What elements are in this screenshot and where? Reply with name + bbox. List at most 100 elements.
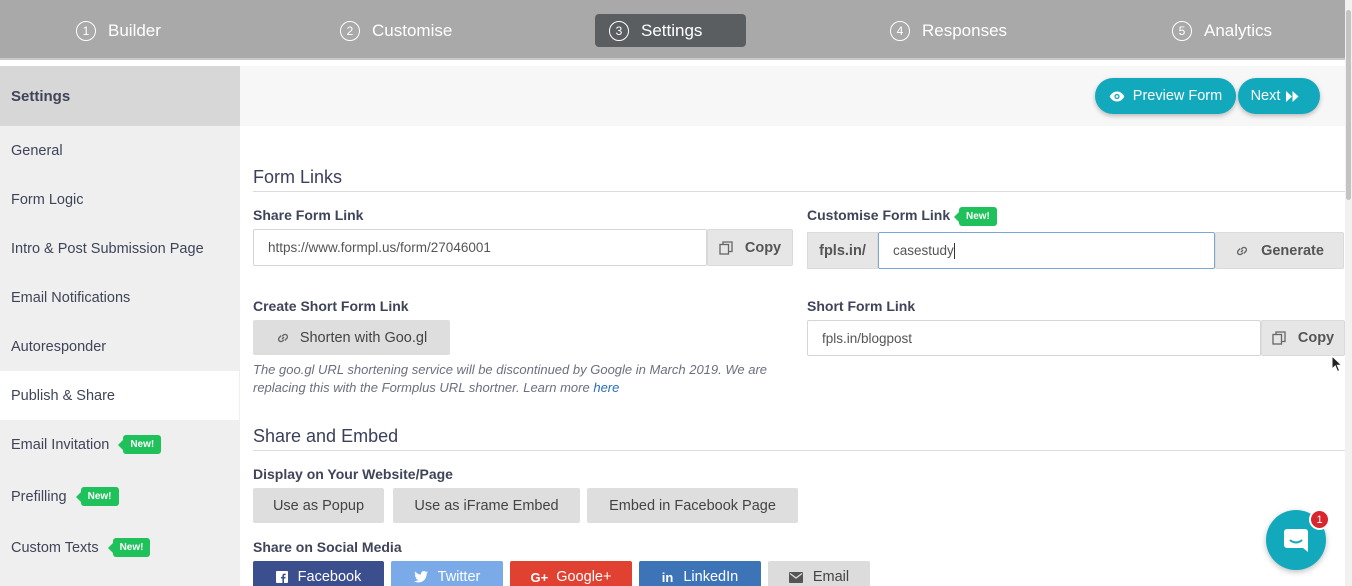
copy-icon bbox=[1272, 331, 1286, 345]
envelope-icon bbox=[788, 571, 803, 583]
step-responses[interactable]: 4 Responses bbox=[876, 14, 1021, 47]
next-button[interactable]: Next bbox=[1238, 78, 1320, 114]
create-short-link-label: Create Short Form Link bbox=[253, 298, 409, 314]
copy-share-link-button[interactable]: Copy bbox=[707, 229, 793, 266]
share-url-value: https://www.formpl.us/form/27046001 bbox=[268, 240, 491, 255]
step-settings[interactable]: 3 Settings bbox=[595, 14, 746, 47]
sidebar-item-autoresponder[interactable]: Autoresponder bbox=[0, 322, 240, 371]
step-number: 2 bbox=[340, 20, 360, 41]
sidebar-item-publish-share[interactable]: Publish & Share bbox=[0, 371, 239, 420]
customise-form-link-label: Customise Form Link bbox=[807, 207, 951, 223]
facebook-icon bbox=[275, 571, 288, 583]
new-badge: New! bbox=[107, 538, 151, 557]
googleplus-icon: G+ bbox=[530, 569, 549, 585]
sidebar-item-label: Publish & Share bbox=[11, 387, 115, 404]
new-badge: New! bbox=[118, 435, 162, 454]
copy-label: Copy bbox=[744, 239, 782, 256]
sidebar-item-email-invitation[interactable]: Email Invitation New! bbox=[0, 420, 240, 469]
share-facebook-button[interactable]: Facebook bbox=[253, 561, 384, 586]
chat-notification-badge: 1 bbox=[1309, 509, 1330, 530]
sidebar-item-label: Intro & Post Submission Page bbox=[11, 240, 204, 257]
link-icon bbox=[1237, 246, 1248, 255]
step-label: Settings bbox=[641, 20, 703, 40]
sidebar-item-label: Email Invitation bbox=[11, 436, 110, 453]
share-social-label: Share on Social Media bbox=[253, 539, 402, 555]
step-label: Customise bbox=[372, 20, 453, 40]
step-analytics[interactable]: 5 Analytics bbox=[1158, 14, 1286, 47]
use-as-popup-button[interactable]: Use as Popup bbox=[253, 488, 384, 523]
embed-facebook-page-button[interactable]: Embed in Facebook Page bbox=[587, 488, 798, 523]
shorten-label: Shorten with Goo.gl bbox=[299, 329, 428, 346]
twitter-icon bbox=[413, 571, 428, 583]
googleplus-label: Google+ bbox=[556, 569, 612, 585]
email-label: Email bbox=[812, 569, 850, 585]
sidebar-item-email-notifications[interactable]: Email Notifications bbox=[0, 273, 240, 322]
share-form-link-label: Share Form Link bbox=[253, 207, 364, 223]
mouse-cursor-icon bbox=[1331, 355, 1343, 373]
fast-forward-icon bbox=[1286, 90, 1299, 102]
share-form-link-field[interactable]: https://www.formpl.us/form/27046001 bbox=[253, 229, 707, 266]
scrollbar-thumb[interactable] bbox=[1346, 10, 1351, 200]
step-number: 5 bbox=[1172, 20, 1192, 41]
shorten-googl-button[interactable]: Shorten with Goo.gl bbox=[253, 320, 450, 355]
step-label: Responses bbox=[922, 20, 1008, 40]
sidebar-item-label: Custom Texts bbox=[11, 539, 99, 556]
form-links-title: Form Links bbox=[253, 167, 343, 187]
step-builder[interactable]: 1 Builder bbox=[62, 14, 175, 47]
generate-button[interactable]: Generate bbox=[1215, 232, 1344, 269]
top-nav: 1 Builder 2 Customise 3 Settings 4 Respo… bbox=[0, 0, 1352, 60]
copy-label: Copy bbox=[1297, 330, 1335, 346]
use-as-iframe-button[interactable]: Use as iFrame Embed bbox=[393, 488, 580, 523]
short-form-link-label: Short Form Link bbox=[807, 298, 916, 314]
share-email-button[interactable]: Email bbox=[768, 561, 870, 586]
share-linkedin-button[interactable]: in LinkedIn bbox=[639, 561, 761, 586]
eye-icon bbox=[1109, 91, 1125, 101]
twitter-label: Twitter bbox=[437, 569, 481, 585]
step-label: Analytics bbox=[1204, 20, 1273, 40]
link-prefix: fpls.in/ bbox=[807, 232, 878, 269]
sidebar-item-custom-texts[interactable]: Custom Texts New! bbox=[0, 523, 240, 572]
googl-deprecation-note: The goo.gl URL shortening service will b… bbox=[253, 361, 793, 397]
facebook-label: Facebook bbox=[297, 569, 362, 585]
sidebar-item-label: General bbox=[11, 142, 63, 159]
sidebar-item-label: Autoresponder bbox=[11, 338, 107, 355]
sidebar-item-prefilling[interactable]: Prefilling New! bbox=[0, 472, 240, 521]
sidebar-item-form-logic[interactable]: Form Logic bbox=[0, 175, 240, 224]
sidebar-item-general[interactable]: General bbox=[0, 126, 240, 175]
text-cursor bbox=[953, 242, 955, 259]
copy-icon bbox=[719, 240, 733, 255]
new-badge: New! bbox=[954, 207, 997, 226]
custom-link-input[interactable]: casestudy bbox=[878, 232, 1215, 269]
short-form-link-field[interactable]: fpls.in/blogpost bbox=[807, 320, 1261, 356]
next-label: Next bbox=[1250, 88, 1281, 104]
sidebar-item-intro-post-submission[interactable]: Intro & Post Submission Page bbox=[0, 224, 240, 273]
linkedin-label: LinkedIn bbox=[683, 569, 739, 585]
short-link-value: fpls.in/blogpost bbox=[822, 330, 913, 346]
step-number: 3 bbox=[609, 20, 629, 41]
sidebar-item-label: Email Notifications bbox=[11, 289, 131, 306]
display-on-website-label: Display on Your Website/Page bbox=[253, 466, 453, 482]
share-embed-title: Share and Embed bbox=[253, 426, 399, 446]
step-number: 1 bbox=[76, 20, 96, 41]
preview-form-button[interactable]: Preview Form bbox=[1095, 78, 1236, 114]
chat-icon bbox=[1284, 529, 1308, 552]
preview-form-label: Preview Form bbox=[1132, 88, 1223, 104]
linkedin-icon: in bbox=[661, 569, 674, 585]
step-number: 4 bbox=[890, 20, 910, 41]
step-label: Builder bbox=[108, 20, 161, 40]
copy-short-link-button[interactable]: Copy bbox=[1261, 320, 1345, 356]
sidebar-item-label: Form Logic bbox=[11, 191, 84, 208]
sidebar-header: Settings bbox=[0, 66, 240, 126]
learn-more-link[interactable]: here bbox=[593, 380, 619, 395]
note-text: The goo.gl URL shortening service will b… bbox=[253, 362, 768, 395]
sidebar-item-label: Prefilling bbox=[11, 488, 67, 505]
divider bbox=[253, 450, 1345, 451]
share-twitter-button[interactable]: Twitter bbox=[391, 561, 503, 586]
step-customise[interactable]: 2 Customise bbox=[326, 14, 466, 47]
new-badge: New! bbox=[75, 487, 119, 506]
link-icon bbox=[277, 333, 288, 342]
generate-label: Generate bbox=[1261, 242, 1324, 259]
custom-link-value: casestudy bbox=[893, 243, 954, 258]
divider bbox=[253, 191, 1345, 192]
share-googleplus-button[interactable]: G+ Google+ bbox=[510, 561, 632, 586]
